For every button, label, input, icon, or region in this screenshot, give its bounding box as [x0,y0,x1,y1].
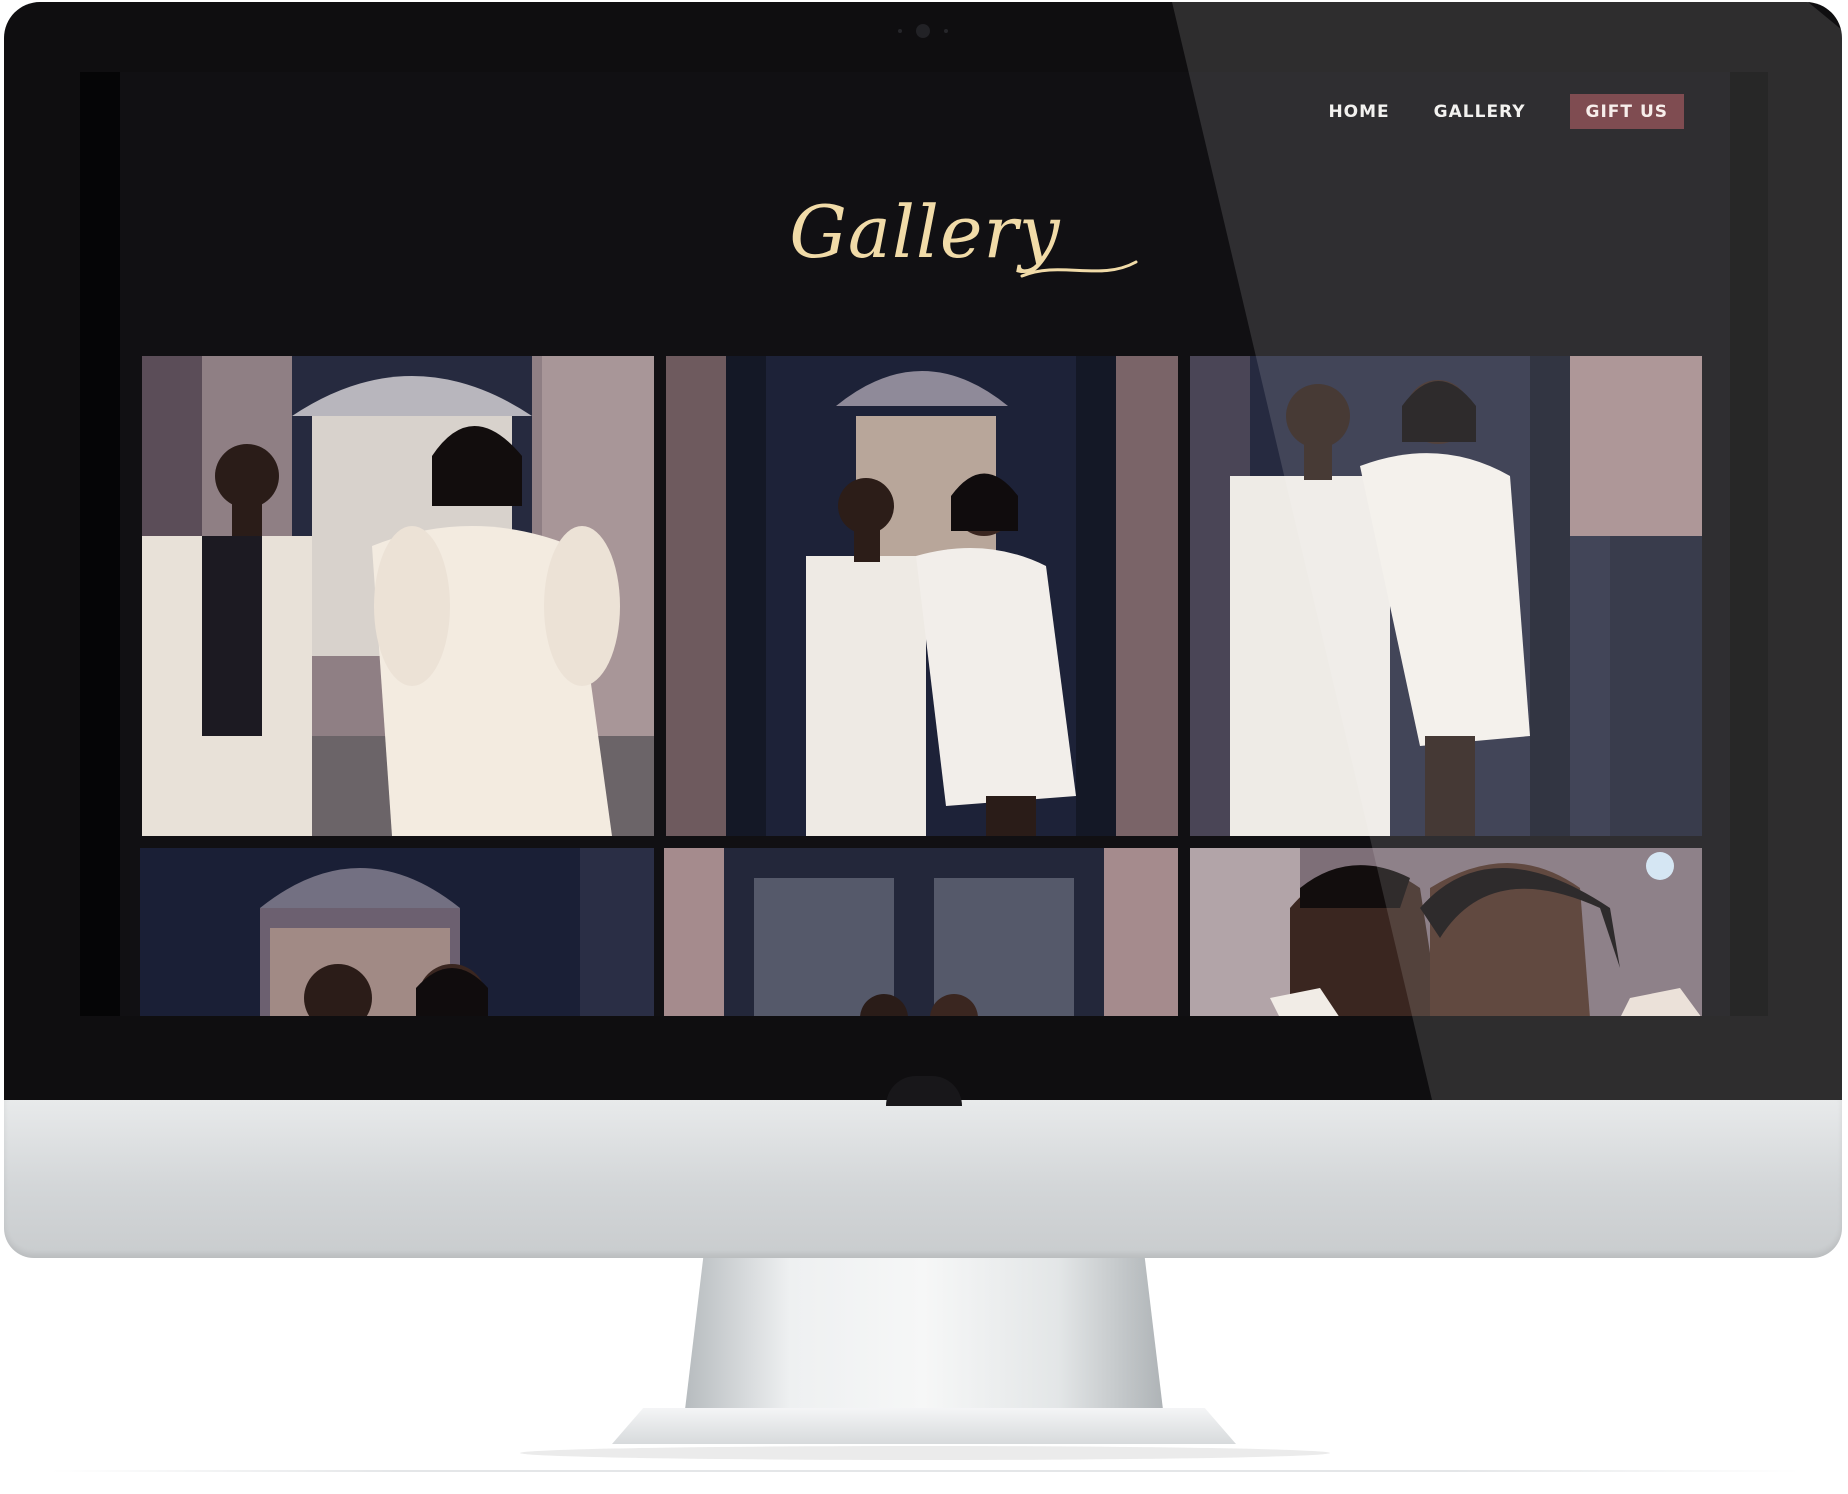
top-navigation: HOME GALLERY GIFT US [1284,94,1684,129]
couple-doorway-brick-photo [664,848,1178,1016]
screen-edge-right [1730,72,1768,1016]
monitor-chin [4,1100,1842,1258]
floor-reflection [50,1470,1800,1472]
couple-doorway-photo [666,356,1178,836]
gallery-photo-3[interactable] [1190,356,1702,836]
gift-us-button[interactable]: GIFT US [1569,94,1684,129]
camera-sensor [898,29,902,33]
title-flourish-icon [1020,260,1138,278]
gallery-photo-1[interactable] [142,356,654,836]
screen: HOME GALLERY GIFT US Gallery [80,72,1768,1016]
camera-icon [916,24,930,38]
page-title: Gallery [789,190,1061,274]
monitor-stand-neck [684,1258,1164,1418]
website-page: HOME GALLERY GIFT US Gallery [120,72,1730,1016]
gallery-photo-2[interactable] [666,356,1178,836]
camera-sensor [944,29,948,33]
screen-edge-left [80,72,120,1016]
couple-portrait-photo [140,848,654,1016]
couple-walking-photo [142,356,654,836]
stand-shadow [520,1446,1330,1460]
monitor-frame: HOME GALLERY GIFT US Gallery [0,0,1848,1494]
couple-closeup-photo [1190,848,1702,1016]
monitor-stand-base [612,1408,1236,1444]
couple-standing-photo [1190,356,1702,836]
gallery-photo-4[interactable] [140,848,654,1016]
gallery-photo-6[interactable] [1190,848,1702,1016]
nav-home-link[interactable]: HOME [1328,102,1389,122]
nav-gallery-link[interactable]: GALLERY [1434,102,1526,122]
gallery-photo-5[interactable] [664,848,1178,1016]
